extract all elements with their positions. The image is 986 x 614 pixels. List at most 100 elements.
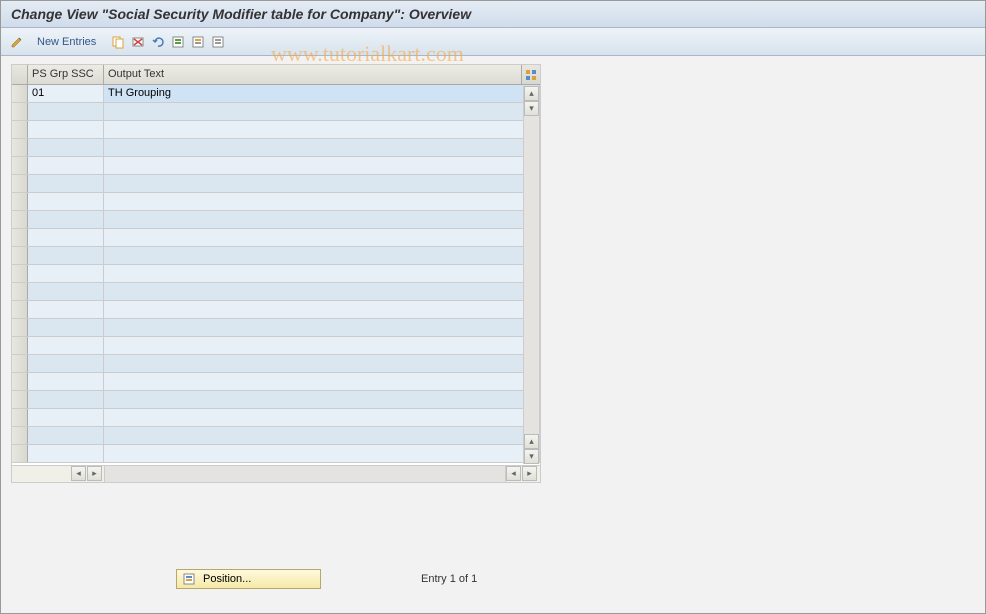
table-row <box>12 265 540 283</box>
row-selector[interactable] <box>12 409 28 426</box>
column-header-output-text[interactable]: Output Text <box>104 65 522 84</box>
cell-ps-grp-ssc[interactable] <box>28 211 104 228</box>
cell-ps-grp-ssc[interactable] <box>28 121 104 138</box>
cell-output-text[interactable] <box>104 409 540 426</box>
cell-output-text[interactable] <box>104 139 540 156</box>
cell-output-text[interactable] <box>104 355 540 372</box>
cell-ps-grp-ssc[interactable] <box>28 283 104 300</box>
cell-ps-grp-ssc[interactable]: 01 <box>28 85 104 102</box>
position-button[interactable]: Position... <box>176 569 321 589</box>
data-grid: PS Grp SSC Output Text 01TH Grouping ▴ ▾… <box>11 64 541 483</box>
row-selector[interactable] <box>12 247 28 264</box>
scroll-track[interactable] <box>104 466 506 482</box>
cell-output-text[interactable]: TH Grouping <box>104 85 540 102</box>
row-selector[interactable] <box>12 211 28 228</box>
table-row <box>12 337 540 355</box>
cell-ps-grp-ssc[interactable] <box>28 409 104 426</box>
column-header-ps-grp-ssc[interactable]: PS Grp SSC <box>28 65 104 84</box>
toggle-edit-icon[interactable] <box>9 34 25 50</box>
scroll-up-icon-2[interactable]: ▴ <box>524 434 539 449</box>
toolbar: New Entries <box>1 28 985 56</box>
cell-output-text[interactable] <box>104 283 540 300</box>
cell-ps-grp-ssc[interactable] <box>28 139 104 156</box>
cell-output-text[interactable] <box>104 247 540 264</box>
scroll-down-icon-2[interactable]: ▾ <box>524 449 539 464</box>
scroll-up-icon[interactable]: ▴ <box>524 86 539 101</box>
table-row <box>12 193 540 211</box>
row-selector[interactable] <box>12 445 28 462</box>
cell-ps-grp-ssc[interactable] <box>28 175 104 192</box>
footer-bar: Position... Entry 1 of 1 <box>1 565 985 593</box>
scroll-right-icon[interactable]: ▸ <box>87 466 102 481</box>
cell-ps-grp-ssc[interactable] <box>28 301 104 318</box>
cell-ps-grp-ssc[interactable] <box>28 157 104 174</box>
cell-output-text[interactable] <box>104 193 540 210</box>
cell-output-text[interactable] <box>104 211 540 228</box>
scroll-left-icon[interactable]: ◂ <box>71 466 86 481</box>
cell-ps-grp-ssc[interactable] <box>28 103 104 120</box>
table-row <box>12 247 540 265</box>
cell-output-text[interactable] <box>104 301 540 318</box>
row-selector[interactable] <box>12 427 28 444</box>
cell-output-text[interactable] <box>104 157 540 174</box>
row-selector[interactable] <box>12 319 28 336</box>
table-settings-icon[interactable] <box>522 65 540 84</box>
cell-ps-grp-ssc[interactable] <box>28 427 104 444</box>
cell-ps-grp-ssc[interactable] <box>28 355 104 372</box>
scroll-right-icon-2[interactable]: ▸ <box>522 466 537 481</box>
cell-output-text[interactable] <box>104 427 540 444</box>
row-selector-header[interactable] <box>12 65 28 84</box>
cell-ps-grp-ssc[interactable] <box>28 193 104 210</box>
row-selector[interactable] <box>12 229 28 246</box>
cell-ps-grp-ssc[interactable] <box>28 445 104 462</box>
row-selector[interactable] <box>12 121 28 138</box>
cell-output-text[interactable] <box>104 445 540 462</box>
cell-output-text[interactable] <box>104 175 540 192</box>
scroll-down-icon[interactable]: ▾ <box>524 101 539 116</box>
new-entries-button[interactable]: New Entries <box>33 36 100 48</box>
delete-icon[interactable] <box>130 34 146 50</box>
horizontal-scrollbar[interactable]: ◂ ▸ ◂ ▸ <box>12 465 540 482</box>
cell-ps-grp-ssc[interactable] <box>28 247 104 264</box>
select-block-icon[interactable] <box>190 34 206 50</box>
select-all-icon[interactable] <box>170 34 186 50</box>
row-selector[interactable] <box>12 391 28 408</box>
cell-ps-grp-ssc[interactable] <box>28 229 104 246</box>
row-selector[interactable] <box>12 301 28 318</box>
cell-ps-grp-ssc[interactable] <box>28 391 104 408</box>
cell-output-text[interactable] <box>104 121 540 138</box>
cell-output-text[interactable] <box>104 337 540 354</box>
row-selector[interactable] <box>12 85 28 102</box>
table-row <box>12 355 540 373</box>
cell-ps-grp-ssc[interactable] <box>28 373 104 390</box>
cell-ps-grp-ssc[interactable] <box>28 265 104 282</box>
cell-ps-grp-ssc[interactable] <box>28 319 104 336</box>
vertical-scrollbar[interactable]: ▴ ▾ ▴ ▾ <box>523 86 539 464</box>
row-selector[interactable] <box>12 103 28 120</box>
row-selector[interactable] <box>12 139 28 156</box>
table-row <box>12 139 540 157</box>
deselect-all-icon[interactable] <box>210 34 226 50</box>
undo-icon[interactable] <box>150 34 166 50</box>
row-selector[interactable] <box>12 283 28 300</box>
entry-count-text: Entry 1 of 1 <box>421 573 477 585</box>
cell-output-text[interactable] <box>104 373 540 390</box>
cell-output-text[interactable] <box>104 391 540 408</box>
cell-ps-grp-ssc[interactable] <box>28 337 104 354</box>
row-selector[interactable] <box>12 355 28 372</box>
cell-output-text[interactable] <box>104 229 540 246</box>
row-selector[interactable] <box>12 265 28 282</box>
copy-icon[interactable] <box>110 34 126 50</box>
cell-output-text[interactable] <box>104 319 540 336</box>
cell-output-text[interactable] <box>104 103 540 120</box>
row-selector[interactable] <box>12 337 28 354</box>
table-row <box>12 373 540 391</box>
row-selector[interactable] <box>12 157 28 174</box>
scroll-left-icon-2[interactable]: ◂ <box>506 466 521 481</box>
grid-header: PS Grp SSC Output Text <box>12 65 540 85</box>
row-selector[interactable] <box>12 373 28 390</box>
cell-output-text[interactable] <box>104 265 540 282</box>
row-selector[interactable] <box>12 193 28 210</box>
table-row <box>12 427 540 445</box>
row-selector[interactable] <box>12 175 28 192</box>
